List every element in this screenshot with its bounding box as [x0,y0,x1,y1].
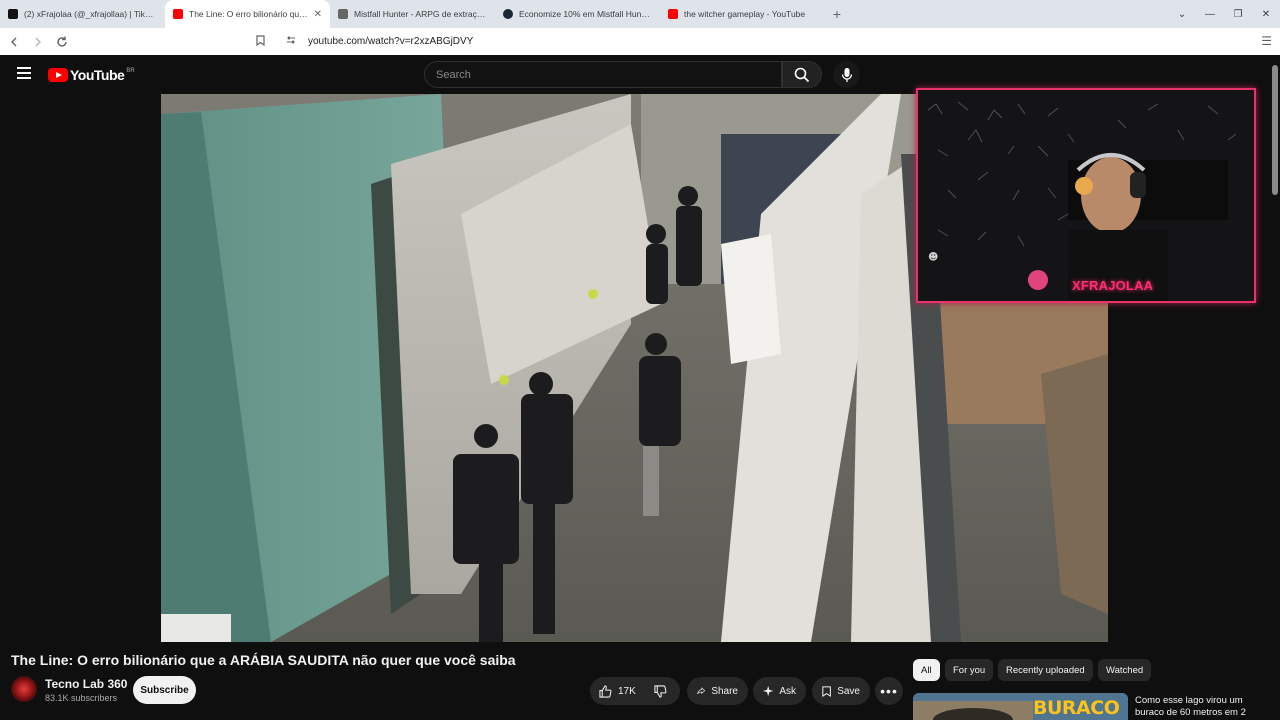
url-text: youtube.com/watch?v=r2xzABGjDVY [308,36,474,47]
channel-name[interactable]: Tecno Lab 360 [45,677,127,691]
country-code: BR [126,68,135,74]
share-label: Share [711,685,738,697]
ask-label: Ask [779,685,796,697]
forward-button[interactable] [28,32,48,52]
more-actions-button[interactable]: ••• [875,677,903,705]
youtube-icon [173,9,183,19]
voice-search-button[interactable] [833,61,860,88]
minimize-icon[interactable]: — [1196,0,1224,28]
streamer-webcam-overlay: ☻ XFRAJOLAA [916,88,1256,303]
browser-tab-strip: (2) xFrajolaa (@_xfrajollaa) | TikTok Th… [0,0,1280,28]
scrollbar-thumb[interactable] [1272,65,1278,195]
search-input[interactable]: Search [424,61,782,88]
youtube-icon [668,9,678,19]
reload-button[interactable] [52,32,72,52]
browser-tab[interactable]: (2) xFrajolaa (@_xfrajollaa) | TikTok [0,0,165,28]
svg-text:☻: ☻ [928,251,938,263]
save-label: Save [837,685,860,697]
restore-icon[interactable]: ❐ [1224,0,1252,28]
tab-title: (2) xFrajolaa (@_xfrajollaa) | TikTok [24,9,157,19]
like-count: 17K [618,685,636,697]
tiktok-icon [8,9,18,19]
bookmark-icon[interactable] [256,34,272,49]
back-arrow-icon [11,37,17,46]
address-bar[interactable]: youtube.com/watch?v=r2xzABGjDVY [256,31,916,52]
page-scrollbar[interactable] [1270,55,1280,720]
youtube-wordmark: YouTube [70,67,125,83]
subscribe-button[interactable]: Subscribe [133,676,196,704]
youtube-page: YouTube BR Search ☻ XFRAJOLAA The Line: … [0,55,1280,720]
chip-for-you[interactable]: For you [945,659,994,681]
search-button[interactable] [782,61,822,88]
streamer-name: XFRAJOLAA [1072,278,1154,293]
tab-title: Mistfall Hunter - ARPG de extração de [354,9,487,19]
new-tab-button[interactable]: + [825,0,849,28]
forward-arrow-icon [35,37,41,46]
sparkle-icon [763,685,774,697]
window-controls: ⌄ — ❐ ✕ [1168,0,1280,28]
site-controls-icon[interactable] [286,35,298,48]
dislike-button[interactable] [645,677,682,705]
save-button[interactable]: Save [812,677,870,705]
next-video-title[interactable]: Como esse lago virou um buraco de 60 met… [1135,695,1265,719]
browser-toolbar: youtube.com/watch?v=r2xzABGjDVY ☰ [0,28,1280,55]
share-icon [697,687,706,695]
chip-recently-uploaded[interactable]: Recently uploaded [998,659,1093,681]
close-window-icon[interactable]: ✕ [1252,0,1280,28]
bookmark-save-icon [822,685,831,697]
chip-all[interactable]: All [913,659,940,681]
like-button[interactable]: 17K [590,677,645,705]
search-icon [794,67,810,82]
chip-watched[interactable]: Watched [1098,659,1152,681]
youtube-logo[interactable]: YouTube BR [48,67,135,83]
browser-menu-icon[interactable]: ☰ [1261,34,1272,48]
tab-list-chevron-icon[interactable]: ⌄ [1168,0,1196,28]
youtube-play-icon [48,68,68,82]
browser-tab[interactable]: Mistfall Hunter - ARPG de extração de [330,0,495,28]
hamburger-menu-icon[interactable] [17,67,31,79]
next-video-thumbnail[interactable]: BURACO [913,693,1128,720]
like-dislike-group: 17K [590,677,680,705]
subscriber-count: 83.1K subscribers [45,693,118,703]
mistfall-icon [338,9,348,19]
tab-title: The Line: O erro bilionário que a ARÁBIA… [189,9,310,19]
microphone-icon [841,67,852,82]
close-tab-icon[interactable]: ✕ [314,9,322,20]
search-placeholder: Search [436,68,471,81]
back-button[interactable] [4,32,24,52]
steam-icon [503,9,513,19]
ask-button[interactable]: Ask [753,677,806,705]
tab-title: Economize 10% em Mistfall Hunter no Stea… [519,9,652,19]
video-title: The Line: O erro bilionário que a ARÁBIA… [11,652,516,668]
share-button[interactable]: Share [687,677,748,705]
channel-avatar[interactable] [11,676,37,702]
thumbs-up-icon [599,684,612,698]
browser-tab[interactable]: the witcher gameplay - YouTube [660,0,825,28]
reload-icon [57,36,67,47]
browser-tab[interactable]: Economize 10% em Mistfall Hunter no Stea… [495,0,660,28]
browser-tab-active[interactable]: The Line: O erro bilionário que a ARÁBIA… [165,0,330,28]
webcam-image: ☻ [918,90,1254,301]
tab-title: the witcher gameplay - YouTube [684,9,806,19]
thumbnail-text: BURACO [1033,697,1120,719]
thumbs-down-icon [654,684,667,698]
